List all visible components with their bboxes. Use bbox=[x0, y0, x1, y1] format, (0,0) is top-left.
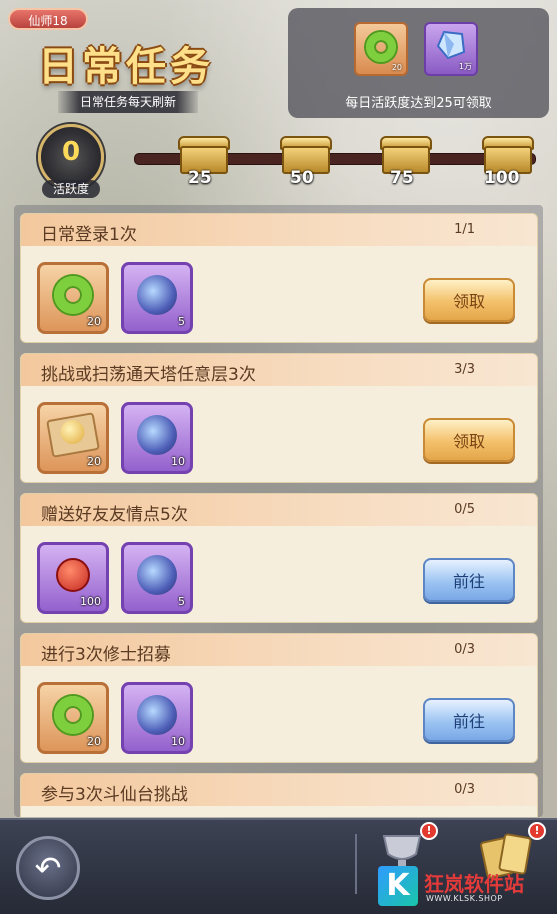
task-progress: 3/3 bbox=[454, 362, 475, 377]
task-title: 挑战或扫荡通天塔任意层3次 bbox=[41, 365, 256, 385]
activity-value: 0 bbox=[61, 137, 81, 167]
reward-jade-ring[interactable]: 20 bbox=[354, 22, 408, 76]
knot-icon bbox=[56, 558, 90, 593]
reward-count: 20 bbox=[87, 455, 101, 468]
task-progress: 0/5 bbox=[454, 502, 475, 517]
go-button[interactable]: 前往 bbox=[423, 698, 515, 742]
jade-ring-icon bbox=[366, 32, 396, 62]
reward-item[interactable]: 5 bbox=[121, 262, 193, 334]
go-button[interactable]: 前往 bbox=[423, 558, 515, 602]
claim-button[interactable]: 领取 bbox=[423, 278, 515, 322]
alert-badge: ! bbox=[528, 822, 546, 840]
reward-item[interactable]: 20 bbox=[37, 262, 109, 334]
reward-count: 20 bbox=[87, 315, 101, 328]
task-progress: 1/1 bbox=[454, 222, 475, 237]
task-header: 挑战或扫荡通天塔任意层3次 3/3 bbox=[21, 354, 537, 386]
level-badge: 仙师18 bbox=[8, 8, 88, 30]
task-title: 赠送好友友情点5次 bbox=[41, 505, 188, 525]
back-arrow-icon: ↶ bbox=[34, 849, 62, 887]
milestone-value: 100 bbox=[484, 168, 520, 188]
task-progress: 0/3 bbox=[454, 642, 475, 657]
task-card: 进行3次修士招募 0/3 20 10 前往 bbox=[20, 633, 538, 763]
reward-item[interactable]: 10 bbox=[121, 402, 193, 474]
milestone-value: 75 bbox=[390, 168, 414, 188]
reward-item[interactable]: 100 bbox=[37, 542, 109, 614]
reward-caption: 每日活跃度达到25可领取 bbox=[345, 96, 492, 111]
reward-count: 20 bbox=[87, 735, 101, 748]
jade-ring-icon bbox=[54, 276, 92, 315]
back-button[interactable]: ↶ bbox=[16, 836, 80, 900]
reward-item[interactable]: 20 bbox=[37, 682, 109, 754]
task-progress: 0/3 bbox=[454, 782, 475, 797]
watermark-name: 狂岚软件站 bbox=[424, 872, 524, 896]
alert-badge: ! bbox=[420, 822, 438, 840]
milestone-value: 50 bbox=[290, 168, 314, 188]
reward-count: 10 bbox=[171, 455, 185, 468]
task-header: 参与3次斗仙台挑战 0/3 bbox=[21, 774, 537, 806]
task-list[interactable]: 日常登录1次 1/1 20 5 领取 挑战或扫荡通天塔任意层3次 3/3 20 10 领取 赠送好友… bbox=[14, 205, 543, 817]
bottom-divider bbox=[355, 834, 357, 894]
jade-ring-icon bbox=[54, 696, 92, 735]
milestone-value: 25 bbox=[188, 168, 212, 188]
reward-count: 10 bbox=[171, 735, 185, 748]
task-title: 日常登录1次 bbox=[41, 225, 137, 245]
activity-reward-panel: 20 1万 每日活跃度达到25可领取 bbox=[288, 8, 549, 118]
reward-count: 20 bbox=[391, 63, 402, 72]
reward-crystal[interactable]: 1万 bbox=[424, 22, 478, 76]
spirit-icon bbox=[137, 695, 177, 736]
task-card: 日常登录1次 1/1 20 5 领取 bbox=[20, 213, 538, 343]
reward-count: 1万 bbox=[458, 62, 472, 71]
task-header: 赠送好友友情点5次 0/5 bbox=[21, 494, 537, 526]
reward-count: 5 bbox=[178, 595, 185, 608]
task-card: 参与3次斗仙台挑战 0/3 bbox=[20, 773, 538, 817]
pearl-icon bbox=[46, 412, 100, 459]
reward-count: 100 bbox=[80, 595, 101, 608]
task-header: 进行3次修士招募 0/3 bbox=[21, 634, 537, 666]
claim-button[interactable]: 领取 bbox=[423, 418, 515, 462]
activity-label: 活跃度 bbox=[42, 180, 100, 198]
watermark-url: WWW.KLSK.SHOP bbox=[426, 894, 503, 903]
task-title: 进行3次修士招募 bbox=[41, 645, 171, 665]
site-watermark: K 狂岚软件站 WWW.KLSK.SHOP bbox=[378, 862, 548, 908]
page-subtitle: 日常任务每天刷新 bbox=[58, 91, 198, 113]
task-card: 挑战或扫荡通天塔任意层3次 3/3 20 10 领取 bbox=[20, 353, 538, 483]
spirit-icon bbox=[137, 275, 177, 316]
page-title: 日常任务 bbox=[38, 43, 214, 90]
reward-item[interactable]: 5 bbox=[121, 542, 193, 614]
reward-item[interactable]: 10 bbox=[121, 682, 193, 754]
task-header: 日常登录1次 1/1 bbox=[21, 214, 537, 246]
watermark-logo: K bbox=[378, 866, 418, 906]
spirit-icon bbox=[137, 415, 177, 456]
reward-count: 5 bbox=[178, 315, 185, 328]
task-card: 赠送好友友情点5次 0/5 100 5 前往 bbox=[20, 493, 538, 623]
spirit-icon bbox=[137, 555, 177, 596]
task-title: 参与3次斗仙台挑战 bbox=[41, 785, 188, 805]
reward-item[interactable]: 20 bbox=[37, 402, 109, 474]
